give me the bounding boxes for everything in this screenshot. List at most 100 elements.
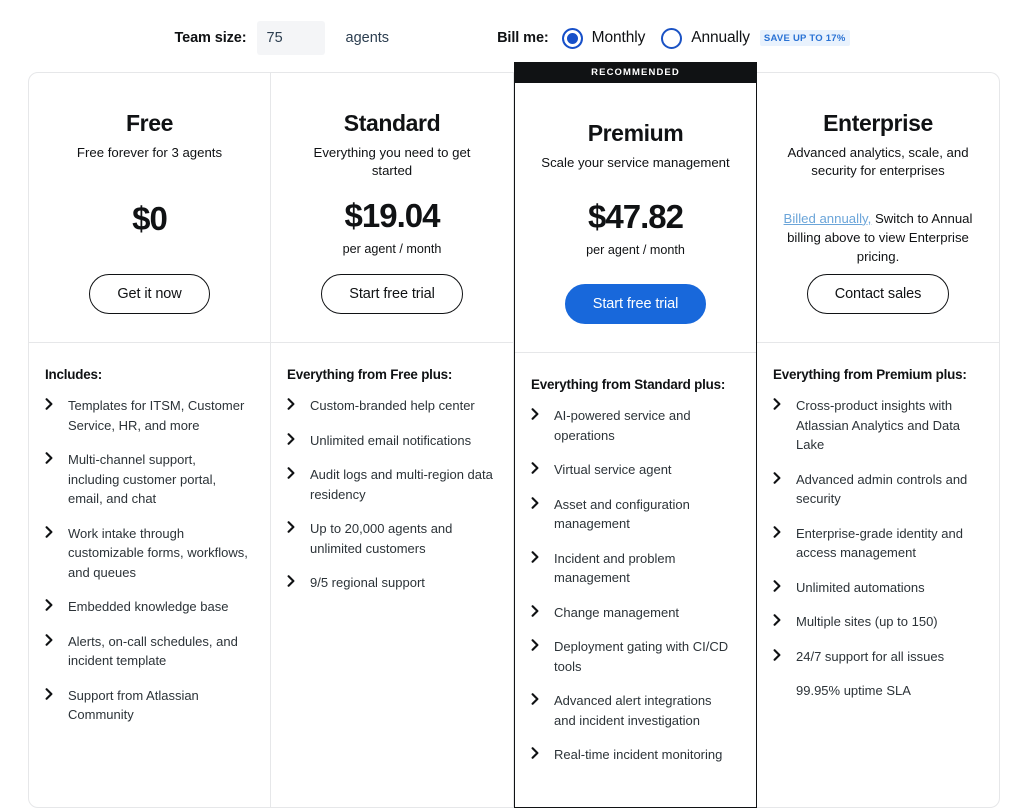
feature-item: Deployment gating with CI/CD tools	[531, 637, 736, 676]
feature-item: Up to 20,000 agents and unlimited custom…	[287, 519, 493, 558]
feature-label: 9/5 regional support	[310, 575, 425, 590]
feature-item: Embedded knowledge base	[45, 597, 250, 617]
feature-label: Asset and configuration management	[554, 496, 690, 532]
plan-price-period: per agent / month	[586, 242, 685, 257]
billing-option-annually-label: Annually	[691, 29, 750, 46]
chevron-right-icon	[531, 639, 545, 651]
pricing-plans-table: Free Free forever for 3 agents $0 Get it no…	[28, 62, 1000, 808]
feature-label: Advanced admin controls and security	[796, 471, 968, 507]
plan-header: Free Free forever for 3 agents $0 Get it no…	[29, 73, 270, 343]
feature-item: Multi-channel support, including custome…	[45, 450, 250, 509]
plan-cta-button-free[interactable]: Get it now	[89, 273, 210, 314]
plan-price: $47.82	[588, 197, 684, 235]
feature-label: Multiple sites (up to 150)	[796, 614, 938, 629]
plan-cta-wrap: Contact sales	[806, 273, 950, 314]
feature-list: AI-powered service and operations Virtual…	[531, 406, 736, 765]
feature-label: Cross-product insights with Atlassian An…	[796, 398, 961, 452]
feature-item: Work intake through customizable forms, …	[45, 524, 250, 583]
features-title: Includes:	[45, 367, 102, 382]
feature-item: Advanced admin controls and security	[773, 470, 979, 509]
feature-item: Asset and configuration management	[531, 495, 736, 534]
chevron-right-icon	[45, 398, 59, 410]
chevron-right-icon	[287, 432, 301, 445]
feature-list: Custom-branded help center Unlimited emai…	[287, 396, 493, 593]
plan-cta-wrap: Get it now	[89, 273, 210, 314]
feature-label: Virtual service agent	[554, 462, 672, 477]
feature-item: 9/5 regional support	[287, 573, 493, 593]
save-badge: SAVE UP TO 17%	[759, 30, 850, 46]
plan-cta-button-premium[interactable]: Start free trial	[564, 283, 707, 324]
chevron-right-icon	[287, 521, 301, 533]
billed-annually-link[interactable]: Billed annually,	[784, 211, 872, 226]
feature-label: AI-powered service and operations	[554, 408, 691, 443]
feature-item: Real-time incident monitoring	[531, 745, 736, 765]
plan-cta-button-standard[interactable]: Start free trial	[321, 273, 463, 314]
chevron-right-icon	[287, 467, 301, 479]
feature-label: Unlimited email notifications	[310, 432, 472, 448]
plan-header: Standard Everything you need to get start…	[271, 73, 513, 343]
chevron-right-icon	[45, 452, 59, 464]
recommended-badge: RECOMMENDED	[515, 62, 756, 83]
chevron-right-icon	[531, 462, 545, 474]
feature-item: Virtual service agent	[531, 460, 736, 480]
agents-unit-label: agents	[345, 30, 390, 46]
billing-option-monthly-label: Monthly	[591, 29, 646, 46]
pricing-controls-bar: Team size: agents Bill me: Monthly Annua…	[0, 0, 1024, 72]
chevron-right-icon	[531, 747, 545, 759]
feature-item: Enterprise-grade identity and access man…	[773, 524, 979, 563]
feature-label: Custom-branded help center	[310, 398, 475, 413]
plan-price-block: $47.82 per agent / month	[586, 200, 685, 257]
feature-label: Support from Atlassian Community	[68, 687, 199, 723]
plan-cta-button-enterprise[interactable]: Contact sales	[806, 273, 950, 314]
feature-item: Alerts, on-call schedules, and incident …	[45, 632, 250, 671]
plan-price-block: $19.04 per agent / month	[343, 199, 442, 256]
radio-unselected-icon[interactable]	[661, 27, 683, 49]
features-title: Everything from Free plus:	[287, 367, 453, 382]
billing-option-monthly[interactable]: Monthly	[561, 27, 646, 49]
feature-label: Templates for ITSM, Customer Service, HR…	[68, 398, 245, 433]
feature-label: Audit logs and multi-region data residen…	[310, 467, 493, 502]
feature-label: Alerts, on-call schedules, and incident …	[68, 633, 238, 669]
chevron-right-icon	[531, 550, 545, 563]
plan-price-block: $0	[132, 199, 168, 237]
plan-features: Includes: Templates for ITSM, Customer Se…	[29, 343, 270, 807]
plan-tagline: Free forever for 3 agents	[76, 145, 223, 161]
feature-item: Unlimited automations	[773, 578, 979, 598]
chevron-right-icon	[45, 687, 59, 700]
features-title: Everything from Standard plus:	[531, 377, 726, 392]
plan-tagline: Everything you need to get started	[313, 145, 471, 179]
feature-list: Cross-product insights with Atlassian An…	[773, 396, 979, 701]
plan-features: Everything from Premium plus: Cross-produ…	[757, 343, 999, 807]
feature-item: Support from Atlassian Community	[45, 686, 250, 725]
features-title: Everything from Premium plus:	[773, 367, 967, 382]
feature-label: Change management	[554, 604, 680, 620]
feature-label: Work intake through customizable forms, …	[68, 525, 248, 580]
plan-cta-wrap: Start free trial	[564, 283, 707, 324]
feature-item: 24/7 support for all issues	[773, 647, 979, 667]
feature-item: Custom-branded help center	[287, 396, 493, 416]
plan-price-period: per agent / month	[342, 241, 442, 256]
feature-label: Incident and problem management	[554, 550, 676, 586]
feature-footnote: 99.95% uptime SLA	[773, 681, 979, 701]
chevron-right-icon	[773, 471, 787, 484]
chevron-right-icon	[287, 398, 301, 410]
bill-me-label: Bill me:	[497, 30, 549, 46]
feature-item: Audit logs and multi-region data residen…	[287, 465, 493, 504]
chevron-right-icon	[531, 604, 545, 617]
plan-price: $0	[132, 199, 168, 237]
chevron-right-icon	[773, 525, 787, 538]
team-size-input[interactable]	[256, 21, 325, 55]
chevron-right-icon	[45, 633, 59, 646]
plan-column-standard: Standard Everything you need to get start…	[271, 72, 514, 808]
plan-price: $19.04	[344, 196, 441, 234]
plan-column-enterprise: Enterprise Advanced analytics, scale, and…	[757, 72, 1000, 808]
billing-frequency-control: Bill me: Monthly Annually SAVE UP TO 17%	[497, 27, 850, 49]
feature-label: Advanced alert integrations and incident…	[554, 693, 712, 728]
plan-column-premium: RECOMMENDED Premium Scale your service man…	[514, 62, 757, 808]
billing-option-annually[interactable]: Annually	[661, 27, 750, 49]
feature-label: Up to 20,000 agents and unlimited custom…	[310, 521, 453, 556]
chevron-right-icon	[531, 496, 545, 509]
plan-tagline: Scale your service management	[541, 155, 730, 171]
radio-selected-icon[interactable]	[561, 27, 583, 49]
plan-column-free: Free Free forever for 3 agents $0 Get it no…	[28, 72, 271, 808]
